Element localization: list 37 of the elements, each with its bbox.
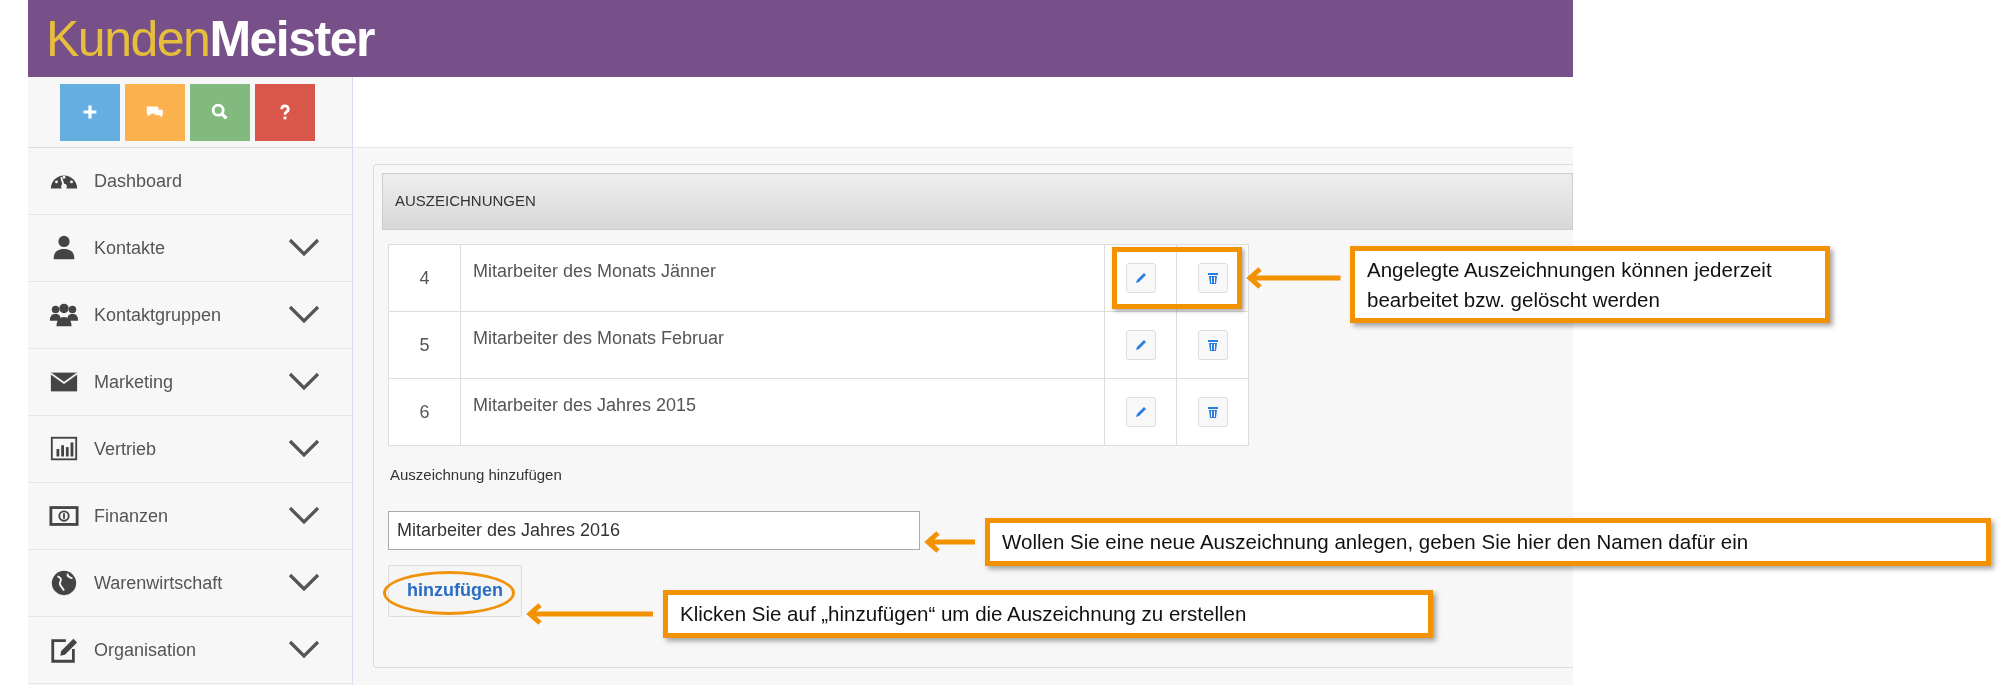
callout: Angelegte Auszeichnungen können jederzeit bearbeitet bzw. gelöscht werden: [1350, 246, 1830, 324]
add-button[interactable]: [60, 83, 120, 141]
arrow: [926, 529, 975, 554]
sidebar-item[interactable]: Dashboard: [28, 148, 352, 215]
delete-button[interactable]: [1197, 397, 1228, 427]
pencil-icon: [1133, 338, 1148, 352]
edit-button[interactable]: [1125, 330, 1156, 360]
sidebar-item[interactable]: Finanzen: [28, 483, 352, 550]
panel-title: AUSZEICHNUNGEN: [382, 173, 1573, 230]
sidebar-item[interactable]: Kontaktgruppen: [28, 282, 352, 349]
callout: Wollen Sie eine neue Auszeichnung anlegen, geben Sie hier den Namen dafür ein: [985, 518, 1991, 566]
table-cell: 4: [388, 244, 461, 312]
delete-button[interactable]: [1197, 263, 1228, 293]
table-cell: Mitarbeiter des Monats Februar: [460, 311, 1105, 379]
table-cell: 5: [388, 311, 461, 379]
callout: Klicken Sie auf „hinzufügen“ um die Auszeichnung zu erstellen: [663, 590, 1433, 638]
pencil-icon: [1133, 271, 1148, 285]
field-label: Auszeichnung hinzufügen: [390, 465, 563, 485]
sidebar-item[interactable]: Marketing: [28, 349, 352, 416]
delete-button[interactable]: [1197, 330, 1228, 360]
pencil-icon: [1133, 405, 1148, 419]
input-field[interactable]: Mitarbeiter des Jahres 2016: [388, 510, 920, 550]
edit-button[interactable]: [1125, 397, 1156, 427]
trash-icon: [1205, 271, 1220, 285]
table-cell: 6: [388, 378, 461, 446]
sidebar-item[interactable]: Vertrieb: [28, 416, 352, 483]
sidebar-item[interactable]: Organisation: [28, 617, 352, 684]
table-cell: Mitarbeiter des Monats Jänner: [460, 244, 1105, 312]
sidebar-item[interactable]: Warenwirtschaft: [28, 550, 352, 617]
sidebar-item[interactable]: Kontakte: [28, 215, 352, 282]
edit-button[interactable]: [1125, 263, 1156, 293]
logo: KundenMeister: [46, 13, 374, 64]
trash-icon: [1205, 405, 1220, 419]
trash-icon: [1205, 338, 1220, 352]
table-cell: Mitarbeiter des Jahres 2015: [460, 378, 1105, 446]
help-button[interactable]: [255, 83, 315, 141]
search-button[interactable]: [190, 83, 250, 141]
